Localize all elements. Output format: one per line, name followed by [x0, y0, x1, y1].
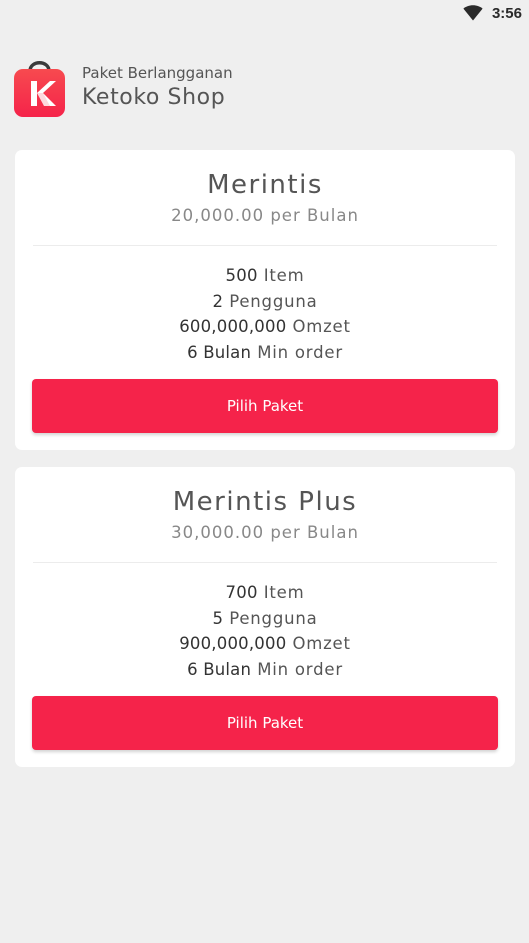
wifi-icon — [463, 5, 483, 21]
feature-user: 2 Pengguna — [15, 289, 515, 315]
feature-item: 700 Item — [15, 580, 515, 606]
shop-name: Ketoko Shop — [82, 85, 226, 110]
app-logo — [14, 60, 65, 117]
feature-min-order: 6 Bulan Min order — [15, 657, 515, 683]
feature-value: 6 Bulan — [187, 343, 252, 363]
feature-label: Item — [263, 266, 305, 285]
feature-omzet: 600,000,000 Omzet — [15, 314, 515, 340]
divider — [33, 562, 497, 563]
feature-value: 500 — [225, 266, 258, 285]
status-time: 3:56 — [491, 4, 522, 22]
feature-value: 900,000,000 — [179, 634, 287, 654]
plan-name: Merintis — [207, 170, 323, 200]
plan-price: 30,000.00 per Bulan — [171, 523, 359, 542]
feature-label: Omzet — [292, 634, 351, 654]
feature-value: 6 Bulan — [187, 660, 252, 680]
header: Paket Berlangganan Ketoko Shop — [14, 60, 233, 118]
plan-card: Merintis 20,000.00 per Bulan 500 Item 2 … — [15, 150, 515, 450]
feature-min-order: 6 Bulan Min order — [15, 340, 515, 366]
header-text: Paket Berlangganan Ketoko Shop — [82, 64, 233, 112]
feature-value: 2 — [212, 291, 224, 311]
feature-value: 600,000,000 — [179, 317, 287, 337]
plan-list: Merintis 20,000.00 per Bulan 500 Item 2 … — [15, 150, 515, 784]
header-subtitle: Paket Berlangganan — [82, 64, 233, 82]
feature-label: Pengguna — [229, 608, 318, 628]
feature-value: 700 — [225, 583, 258, 602]
plan-card: Merintis Plus 30,000.00 per Bulan 700 It… — [15, 467, 515, 767]
feature-label: Item — [263, 583, 305, 602]
feature-user: 5 Pengguna — [15, 606, 515, 632]
feature-omzet: 900,000,000 Omzet — [15, 631, 515, 657]
status-bar: 3:56 — [0, 0, 529, 26]
feature-label: Min order — [257, 660, 343, 680]
select-plan-button[interactable]: Pilih Paket — [32, 379, 498, 433]
plan-name: Merintis Plus — [172, 487, 358, 517]
feature-value: 5 — [212, 608, 224, 628]
feature-list: 700 Item 5 Pengguna 900,000,000 Omzet 6 … — [15, 580, 515, 683]
feature-label: Pengguna — [229, 291, 318, 311]
plan-price: 20,000.00 per Bulan — [171, 206, 359, 225]
feature-label: Min order — [257, 343, 343, 363]
feature-label: Omzet — [292, 317, 351, 337]
select-plan-button[interactable]: Pilih Paket — [32, 696, 498, 750]
divider — [33, 245, 497, 246]
feature-list: 500 Item 2 Pengguna 600,000,000 Omzet 6 … — [15, 263, 515, 366]
feature-item: 500 Item — [15, 263, 515, 289]
